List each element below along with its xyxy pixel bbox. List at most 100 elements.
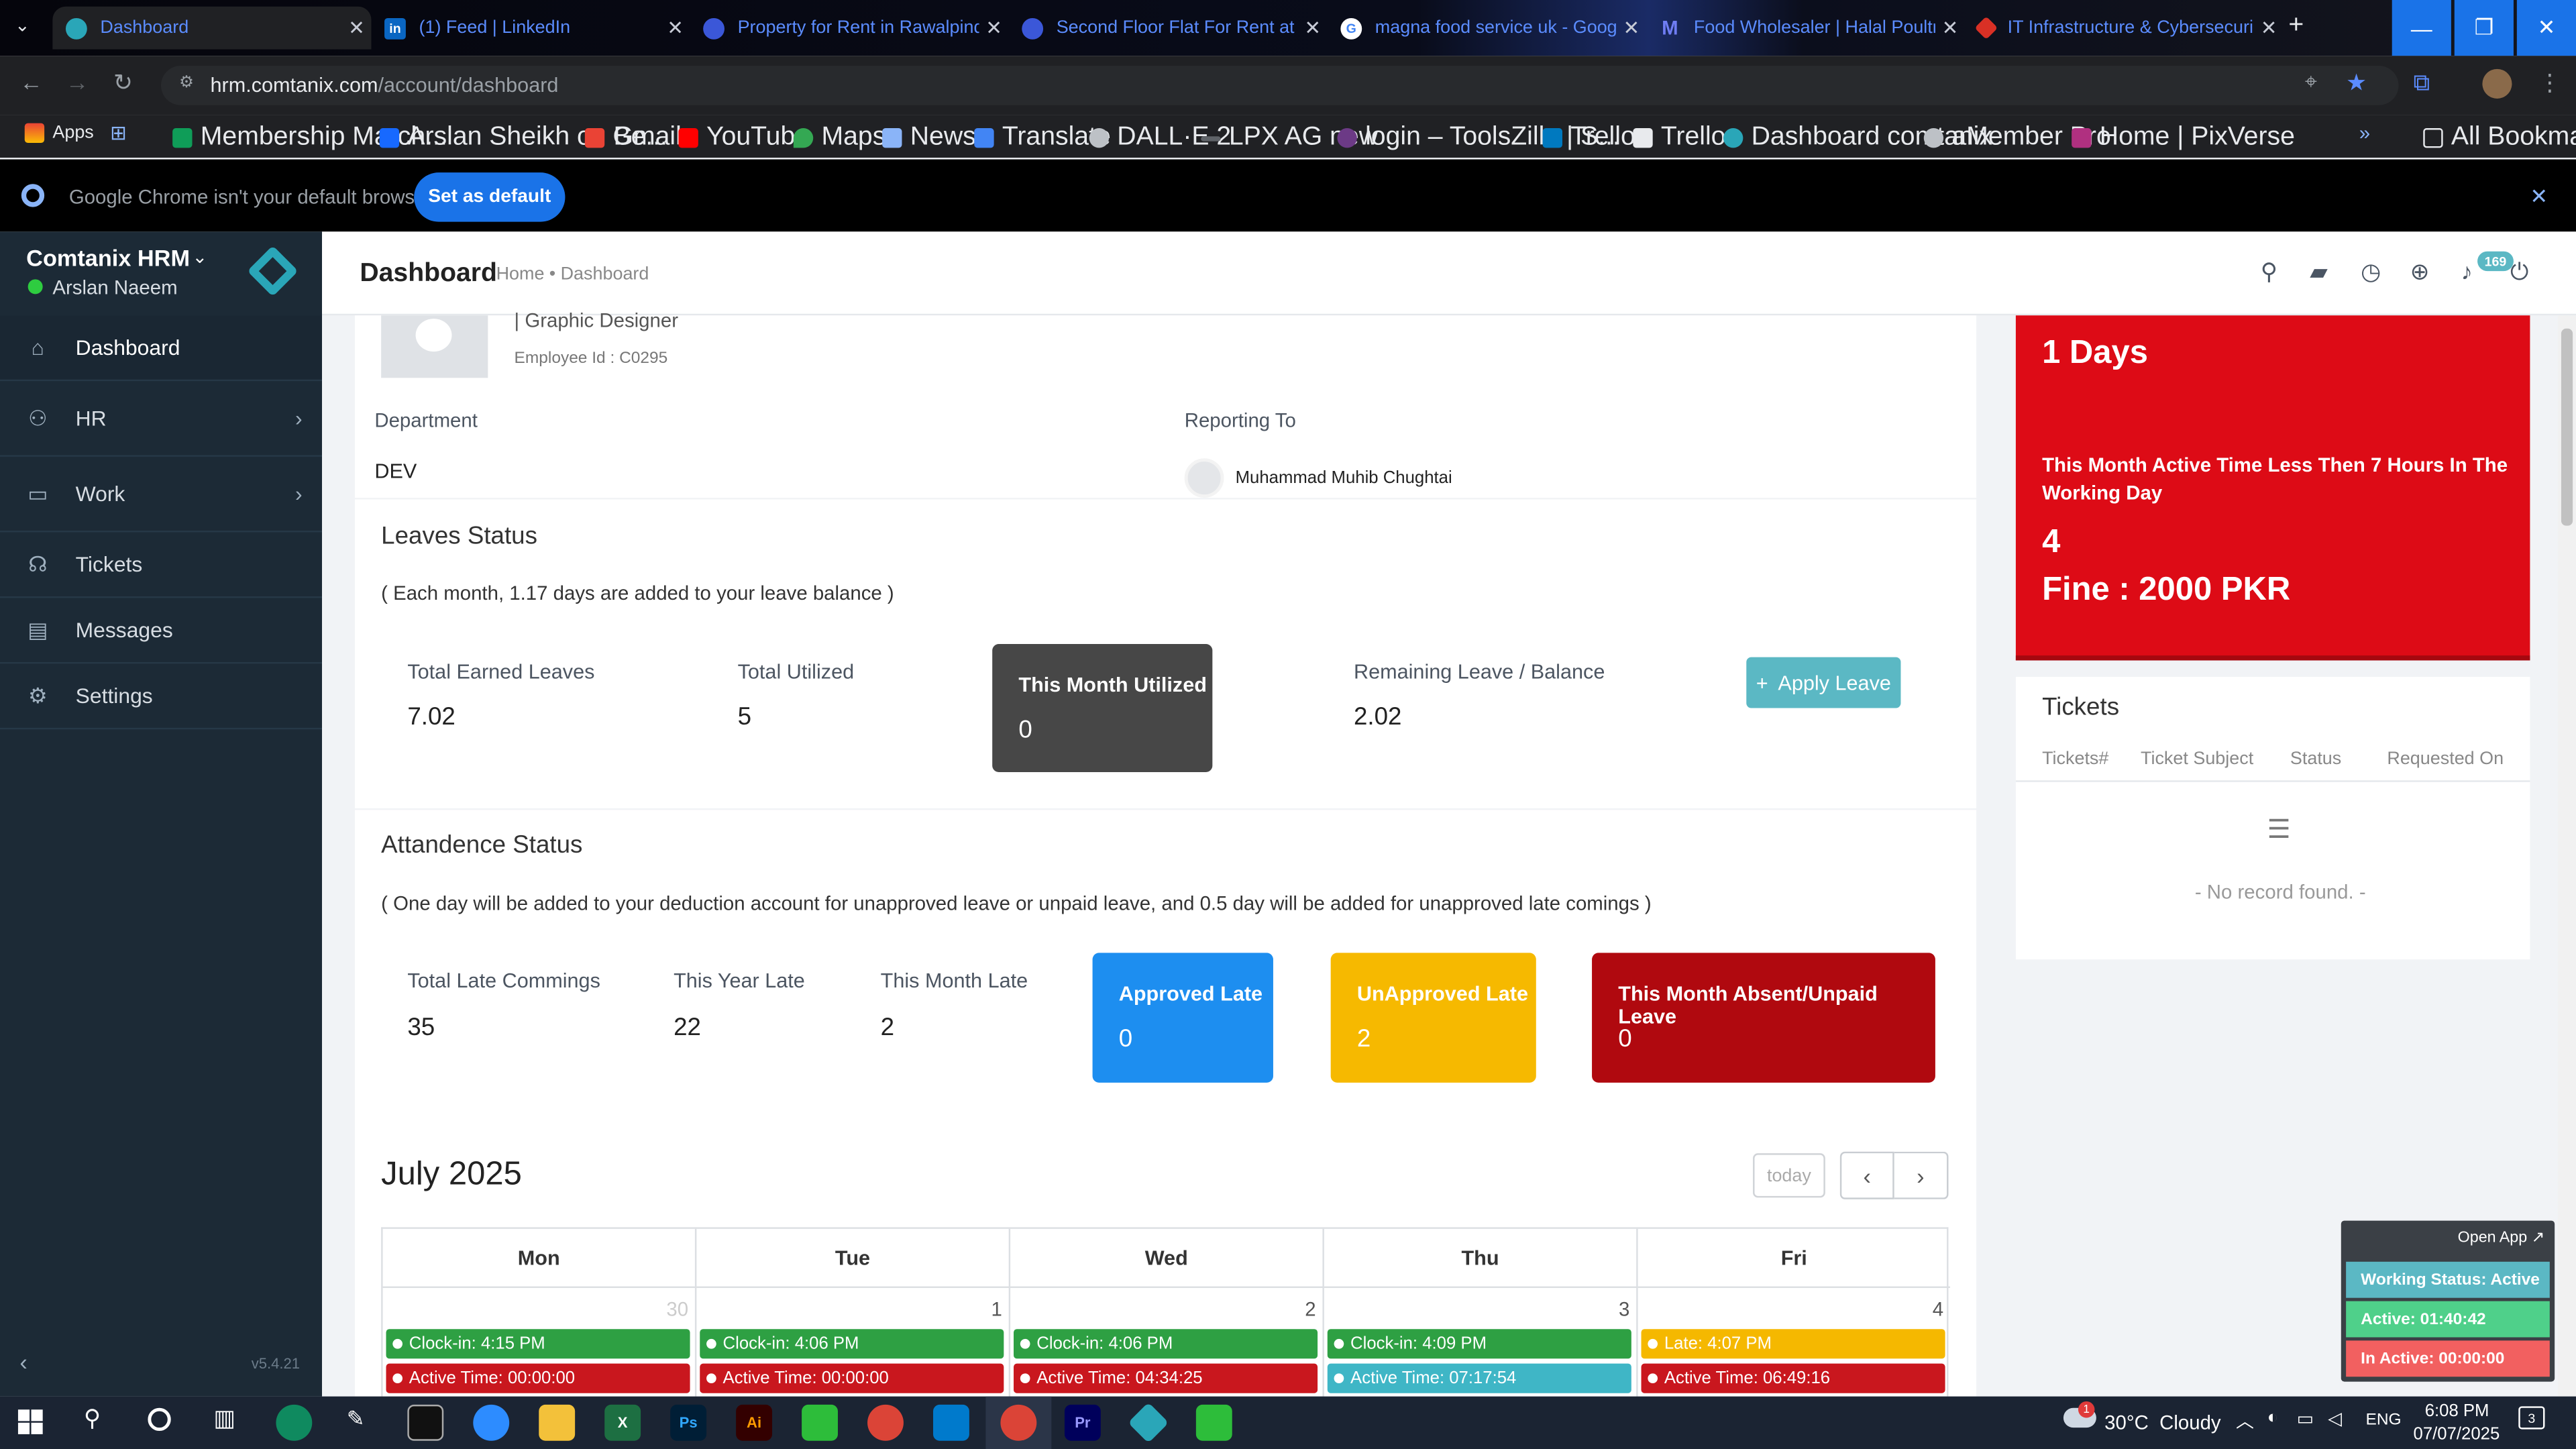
language-indicator[interactable]: ENG [2366, 1411, 2402, 1430]
back-icon[interactable]: ← [19, 69, 42, 95]
sidebar-item-settings[interactable]: ⚙ Settings [0, 663, 323, 730]
calendar-event[interactable]: Active Time: 04:34:25 [1014, 1363, 1318, 1393]
calendar-event[interactable]: Active Time: 07:17:54 [1327, 1363, 1631, 1393]
sidebar-item-hr[interactable]: ⚇ HR › [0, 381, 323, 457]
calendar-event[interactable]: Active Time: 06:49:16 [1641, 1363, 1945, 1393]
close-tab-icon[interactable]: ✕ [2254, 16, 2284, 39]
extensions-icon[interactable]: ⧉ [2414, 69, 2430, 97]
bookmark-news[interactable]: News [882, 123, 976, 153]
close-tab-icon[interactable]: ✕ [979, 16, 1009, 39]
reload-icon[interactable]: ↻ [113, 69, 133, 97]
tray-chevron-icon[interactable]: ︿ [2236, 1408, 2254, 1434]
calendar-day-cell[interactable]: 30 Clock-in: 4:15 PM Active Time: 00:00:… [383, 1288, 697, 1403]
close-tab-icon[interactable]: ✕ [1298, 16, 1328, 39]
collapse-sidebar-icon[interactable]: ‹ [19, 1349, 27, 1375]
more-bookmarks-icon[interactable]: » [2359, 121, 2370, 144]
edge-icon[interactable] [276, 1404, 313, 1441]
bookmark-pixverse[interactable]: Home | PixVerse [2072, 123, 2295, 153]
chat-icon[interactable]: ▰ [2310, 258, 2327, 286]
calendar-prev-button[interactable]: ‹ [1839, 1151, 1894, 1199]
app-green-icon[interactable] [802, 1404, 838, 1441]
notification-center-icon[interactable]: 3 [2518, 1406, 2545, 1430]
bookmark-apps[interactable]: Apps [24, 123, 94, 144]
tab-food[interactable]: M Food Wholesaler | Halal Poultry ✕ [1646, 7, 1965, 50]
bookmark-gmail[interactable]: Gmail [584, 123, 682, 153]
tab-google[interactable]: Gmagna food service uk - Googl ✕ [1328, 7, 1646, 50]
chrome-taskbar-icon[interactable] [867, 1404, 904, 1441]
tab-dashboard[interactable]: Dashboard ✕ [52, 6, 372, 50]
search-icon[interactable]: ⚲ [84, 1405, 101, 1433]
vscode-icon[interactable] [933, 1404, 969, 1441]
tab-flat[interactable]: Second Floor Flat For Rent at A ✕ [1009, 7, 1328, 50]
open-app-link[interactable]: Open App ↗ [2458, 1229, 2544, 1247]
cortana-icon[interactable] [148, 1407, 171, 1432]
calendar-day-cell[interactable]: 2 Clock-in: 4:06 PM Active Time: 04:34:2… [1010, 1288, 1324, 1403]
calendar-today-button[interactable]: today [1753, 1153, 1825, 1198]
apply-leave-button[interactable]: + Apply Leave [1746, 657, 1901, 708]
close-window-icon[interactable]: ✕ [2516, 0, 2576, 56]
windows-start-icon[interactable] [17, 1409, 43, 1434]
calendar-event[interactable]: Clock-in: 4:06 PM [1014, 1329, 1318, 1359]
bell-icon[interactable]: ♪ [2461, 258, 2473, 284]
sidebar-item-work[interactable]: ▭ Work › [0, 457, 323, 533]
chrome-active-icon[interactable] [1000, 1404, 1037, 1441]
volume-icon[interactable]: ◁ [2328, 1408, 2342, 1429]
tab-it[interactable]: IT Infrastructure & Cybersecuri ✕ [1965, 7, 2284, 50]
calendar-next-button[interactable]: › [1894, 1151, 1949, 1199]
calendar-event[interactable]: Clock-in: 4:09 PM [1327, 1329, 1631, 1359]
add-circle-icon[interactable]: ⊕ [2410, 258, 2430, 286]
site-info-icon[interactable]: ⚙ [179, 74, 194, 92]
sidebar-item-dashboard[interactable]: ⌂ Dashboard [0, 315, 323, 382]
clock-time[interactable]: 6:08 PM [2425, 1401, 2489, 1421]
terminal-icon[interactable] [407, 1404, 444, 1441]
bookmark-maps[interactable]: Maps [793, 123, 885, 153]
bookmark-trello[interactable]: Trello [1542, 123, 1635, 153]
calendar-event[interactable]: Clock-in: 4:15 PM [386, 1329, 690, 1359]
photoshop-icon[interactable]: Ps [670, 1404, 707, 1441]
app-green-2-icon[interactable] [1195, 1404, 1232, 1441]
meet-icon[interactable]: ◐ [2267, 1408, 2278, 1428]
search-icon[interactable]: ⚲ [2261, 258, 2277, 286]
forward-icon[interactable]: → [66, 69, 89, 95]
network-icon[interactable]: ▭ [2297, 1408, 2314, 1429]
calendar-event[interactable]: Active Time: 00:00:00 [386, 1363, 690, 1393]
file-explorer-icon[interactable] [539, 1404, 576, 1441]
minimize-icon[interactable]: — [2392, 0, 2451, 56]
bookmark-star-icon[interactable]: ★ [2346, 69, 2367, 97]
tab-search-icon[interactable]: ⌄ [15, 15, 30, 36]
tab-groups-icon[interactable]: ⊞ [110, 121, 127, 144]
set-default-button[interactable]: Set as default [414, 172, 566, 222]
scrollbar-thumb[interactable] [2561, 328, 2573, 526]
tab-property[interactable]: Property for Rent in Rawalpindi ✕ [690, 7, 1009, 50]
power-icon[interactable]: ⏻ [2510, 258, 2528, 286]
close-tab-icon[interactable]: ✕ [341, 16, 371, 39]
pen-icon[interactable]: ✎ [347, 1406, 365, 1432]
chevron-down-icon[interactable]: ⌄ [193, 246, 208, 268]
close-infobar-icon[interactable]: ✕ [2530, 184, 2548, 210]
sidebar-item-messages[interactable]: ▤ Messages [0, 598, 323, 664]
close-tab-icon[interactable]: ✕ [660, 16, 690, 39]
calendar-day-cell[interactable]: 3 Clock-in: 4:09 PM Active Time: 07:17:5… [1324, 1288, 1638, 1403]
calendar-event[interactable]: Late: 4:07 PM [1641, 1329, 1945, 1359]
clock-icon[interactable]: ◷ [2361, 258, 2381, 286]
weather-text[interactable]: 30°C Cloudy [2104, 1411, 2220, 1434]
bookmark-youtube[interactable]: YouTube [678, 123, 810, 153]
premiere-icon[interactable]: Pr [1064, 1404, 1101, 1441]
clock-date[interactable]: 07/07/2025 [2414, 1424, 2500, 1444]
calendar-day-cell[interactable]: 1 Clock-in: 4:06 PM Active Time: 00:00:0… [696, 1288, 1011, 1403]
sidebar-item-tickets[interactable]: ☊ Tickets [0, 532, 323, 598]
close-tab-icon[interactable]: ✕ [1617, 16, 1646, 39]
new-tab-icon[interactable]: + [2288, 11, 2304, 41]
address-bar[interactable]: ⚙ hrm.comtanix.com/account/dashboard [161, 65, 2399, 105]
task-view-icon[interactable]: ▥ [213, 1405, 235, 1433]
location-icon[interactable]: ⌖ [2305, 69, 2317, 95]
breadcrumb-home[interactable]: Home [496, 264, 545, 284]
app-name[interactable]: Comtanix HRM [26, 245, 190, 271]
restore-icon[interactable]: ❐ [2454, 0, 2514, 56]
illustrator-icon[interactable]: Ai [736, 1404, 773, 1441]
close-tab-icon[interactable]: ✕ [1935, 16, 1965, 39]
bookmark-trello-2[interactable]: Trello [1633, 123, 1725, 153]
profile-avatar[interactable] [2482, 68, 2512, 99]
menu-icon[interactable]: ⋮ [2538, 69, 2561, 97]
reporting-to-value[interactable]: Muhammad Muhib Chughtai [1236, 468, 1452, 488]
